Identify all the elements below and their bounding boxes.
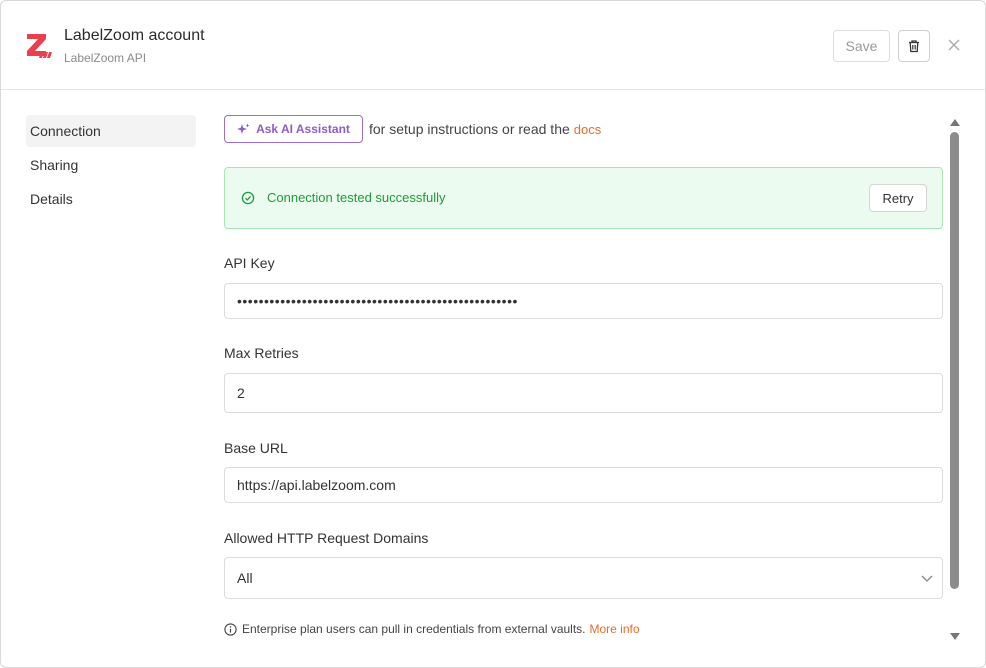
check-circle-icon (241, 191, 255, 205)
credential-modal: LabelZoom account LabelZoom API Save Con… (0, 0, 986, 668)
ai-assistant-row: Ask AI Assistant for setup instructions … (224, 115, 601, 143)
labelzoom-logo-icon (27, 34, 52, 58)
chevron-down-icon (921, 575, 933, 582)
scroll-up-arrow-icon[interactable] (950, 119, 960, 126)
base-url-value: https://api.labelzoom.com (237, 477, 396, 493)
sidebar-item-connection[interactable]: Connection (26, 115, 196, 147)
modal-header: LabelZoom account LabelZoom API Save (1, 1, 985, 90)
sidebar-item-sharing[interactable]: Sharing (26, 149, 196, 181)
modal-title: LabelZoom account (64, 27, 205, 44)
api-key-label: API Key (224, 255, 275, 271)
allowed-domains-value: All (237, 570, 253, 586)
allowed-domains-label: Allowed HTTP Request Domains (224, 530, 429, 546)
sparkle-icon (237, 123, 250, 134)
allowed-domains-select[interactable]: All (224, 557, 943, 599)
base-url-label: Base URL (224, 440, 288, 456)
base-url-input[interactable]: https://api.labelzoom.com (224, 467, 943, 503)
scroll-down-arrow-icon[interactable] (950, 633, 960, 640)
close-button[interactable] (945, 36, 963, 54)
delete-button[interactable] (898, 30, 930, 62)
max-retries-label: Max Retries (224, 345, 299, 361)
connection-status-message: Connection tested successfully (267, 190, 446, 205)
sidebar-item-details[interactable]: Details (26, 183, 196, 215)
info-icon (224, 622, 237, 636)
trash-icon (909, 40, 919, 53)
scroll-thumb[interactable] (950, 132, 959, 589)
max-retries-value: 2 (237, 385, 245, 401)
connection-status-banner: Connection tested successfully Retry (224, 167, 943, 229)
ask-ai-assistant-button[interactable]: Ask AI Assistant (224, 115, 363, 143)
sidebar-nav: Connection Sharing Details (26, 115, 196, 217)
save-button[interactable]: Save (833, 30, 890, 62)
vault-info-note: Enterprise plan users can pull in creden… (224, 622, 640, 636)
max-retries-input[interactable]: 2 (224, 373, 943, 413)
api-key-input[interactable]: ••••••••••••••••••••••••••••••••••••••••… (224, 283, 943, 319)
setup-instructions-text: for setup instructions or read the (369, 121, 570, 137)
vault-info-text: Enterprise plan users can pull in creden… (242, 622, 586, 636)
api-key-value: ••••••••••••••••••••••••••••••••••••••••… (237, 293, 518, 309)
content-scrollbar[interactable] (948, 117, 962, 643)
ask-ai-assistant-label: Ask AI Assistant (256, 122, 350, 136)
docs-link[interactable]: docs (574, 122, 601, 137)
modal-subtitle: LabelZoom API (64, 51, 147, 65)
close-icon (948, 39, 960, 51)
retry-button[interactable]: Retry (869, 184, 927, 212)
connection-panel: Ask AI Assistant for setup instructions … (224, 91, 943, 667)
more-info-link[interactable]: More info (590, 622, 640, 636)
